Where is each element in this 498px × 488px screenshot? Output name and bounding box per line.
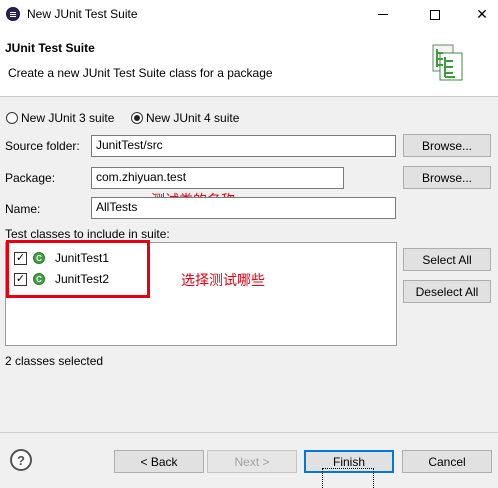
maximize-icon — [430, 9, 440, 20]
browse-package-button[interactable]: Browse... — [403, 166, 491, 189]
junit4-radio-option[interactable]: New JUnit 4 suite — [131, 111, 239, 125]
cancel-button[interactable]: Cancel — [402, 450, 492, 473]
source-folder-label: Source folder: — [5, 139, 80, 153]
minimize-icon — [378, 14, 388, 15]
maximize-button[interactable] — [412, 0, 458, 29]
package-input[interactable]: com.zhiyuan.test — [91, 167, 344, 189]
select-annotation: 选择测试哪些 — [181, 273, 265, 289]
wizard-description: Create a new JUnit Test Suite class for … — [8, 66, 273, 80]
junit4-radio[interactable] — [131, 112, 143, 124]
select-all-button[interactable]: Select All — [403, 248, 491, 271]
next-button[interactable]: Next > — [207, 450, 297, 473]
junit-suite-wizard-icon — [432, 44, 463, 81]
junit4-radio-label: New JUnit 4 suite — [146, 111, 240, 125]
browse-source-folder-button[interactable]: Browse... — [403, 134, 491, 157]
minimize-button[interactable] — [360, 0, 406, 29]
test-classes-label: Test classes to include in suite: — [5, 227, 170, 241]
wizard-header: JUnit Test Suite Create a new JUnit Test… — [0, 29, 498, 97]
eclipse-app-icon — [6, 7, 20, 21]
wizard-title: JUnit Test Suite — [5, 41, 95, 55]
title-bar: New JUnit Test Suite ✕ — [0, 0, 498, 29]
back-button[interactable]: < Back — [114, 450, 204, 473]
highlight-box — [6, 240, 150, 298]
package-label: Package: — [5, 171, 56, 185]
name-input[interactable]: AllTests — [91, 197, 396, 219]
close-icon: ✕ — [476, 6, 488, 22]
footer-divider — [0, 432, 498, 433]
help-icon[interactable]: ? — [10, 449, 32, 471]
junit3-radio[interactable] — [6, 112, 18, 124]
junit3-radio-label: New JUnit 3 suite — [21, 111, 115, 125]
window-title: New JUnit Test Suite — [27, 7, 138, 21]
dialog-window: New JUnit Test Suite ✕ JUnit Test Suite … — [0, 0, 498, 488]
focus-indicator — [322, 468, 374, 488]
name-label: Name: — [5, 202, 41, 216]
deselect-all-button[interactable]: Deselect All — [403, 280, 491, 303]
source-folder-input[interactable]: JunitTest/src — [91, 135, 396, 157]
selection-status: 2 classes selected — [5, 354, 104, 368]
help-glyph: ? — [17, 452, 25, 468]
junit3-radio-option[interactable]: New JUnit 3 suite — [6, 111, 114, 125]
close-button[interactable]: ✕ — [459, 0, 498, 29]
